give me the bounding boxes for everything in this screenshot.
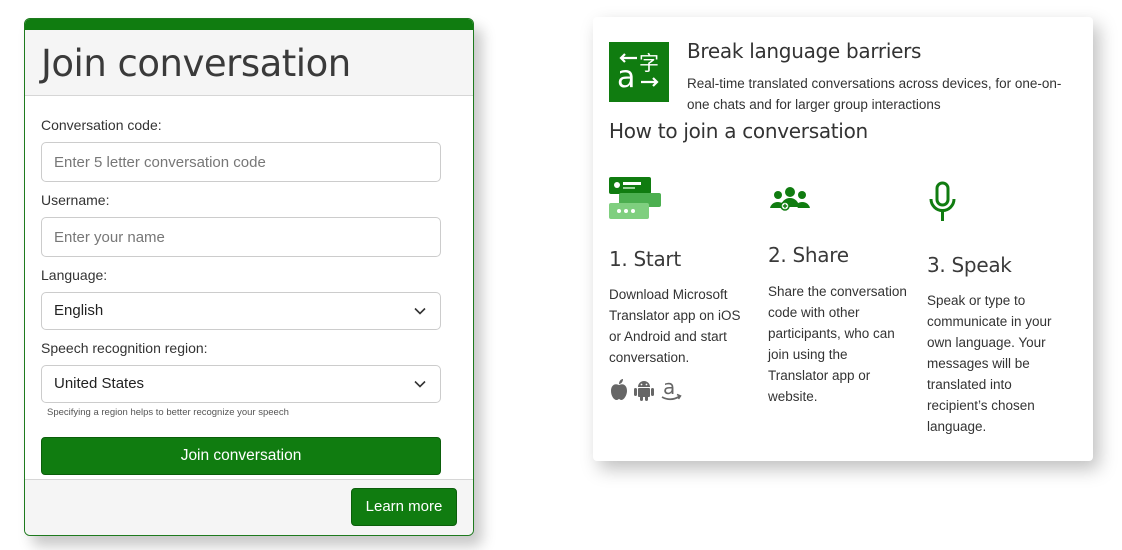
language-select[interactable]: English xyxy=(41,292,441,330)
howto-title: How to join a conversation xyxy=(609,119,868,143)
card-header: Join conversation xyxy=(25,30,473,96)
chat-devices-icon xyxy=(609,177,661,219)
username-label: Username: xyxy=(41,192,110,208)
username-input[interactable] xyxy=(41,217,441,257)
step-share-text: Share the conversation code with other p… xyxy=(768,284,907,404)
page-title: Join conversation xyxy=(41,42,351,85)
card-accent-bar xyxy=(25,19,473,30)
people-group-icon xyxy=(770,187,810,211)
step-speak-title: 3. Speak xyxy=(927,253,1012,277)
region-select[interactable]: United States xyxy=(41,365,441,403)
chevron-down-icon xyxy=(414,307,426,315)
step-share-title: 2. Share xyxy=(768,243,849,267)
svg-text:a: a xyxy=(663,377,675,399)
learn-more-button[interactable]: Learn more xyxy=(351,488,457,526)
platform-icons: a xyxy=(609,377,683,403)
conversation-code-label: Conversation code: xyxy=(41,117,162,133)
join-form: Conversation code: Username: Language: E… xyxy=(25,96,473,482)
card-footer: Learn more xyxy=(25,479,473,535)
region-selected-value: United States xyxy=(54,375,145,392)
join-conversation-card: Join conversation Conversation code: Use… xyxy=(24,18,474,536)
info-description: Real-time translated conversations acros… xyxy=(687,76,1062,112)
conversation-code-input[interactable] xyxy=(41,142,441,182)
region-label: Speech recognition region: xyxy=(41,340,208,356)
step-start: 1. Start Download Microsoft Translator a… xyxy=(609,177,754,417)
language-label: Language: xyxy=(41,267,108,283)
step-share: 2. Share Share the conversation code wit… xyxy=(768,177,913,437)
step-speak-text: Speak or type to communicate in your own… xyxy=(927,293,1052,434)
step-speak: 3. Speak Speak or type to communicate in… xyxy=(927,177,1072,447)
info-card: a 字 Break language barriers Real-time tr… xyxy=(593,17,1093,461)
language-selected-value: English xyxy=(54,302,104,319)
svg-text:a: a xyxy=(617,60,635,95)
svg-text:字: 字 xyxy=(639,51,659,75)
amazon-icon: a xyxy=(661,377,682,401)
translator-logo-icon: a 字 xyxy=(609,42,669,102)
apple-icon xyxy=(611,379,627,400)
android-icon xyxy=(634,381,654,401)
info-title: Break language barriers xyxy=(687,39,922,63)
step-start-text: Download Microsoft Translator app on iOS… xyxy=(609,287,741,365)
region-hint: Specifying a region helps to better reco… xyxy=(47,407,289,418)
microphone-icon xyxy=(929,181,956,221)
step-start-title: 1. Start xyxy=(609,247,681,271)
join-conversation-button[interactable]: Join conversation xyxy=(41,437,441,475)
chevron-down-icon xyxy=(414,380,426,388)
